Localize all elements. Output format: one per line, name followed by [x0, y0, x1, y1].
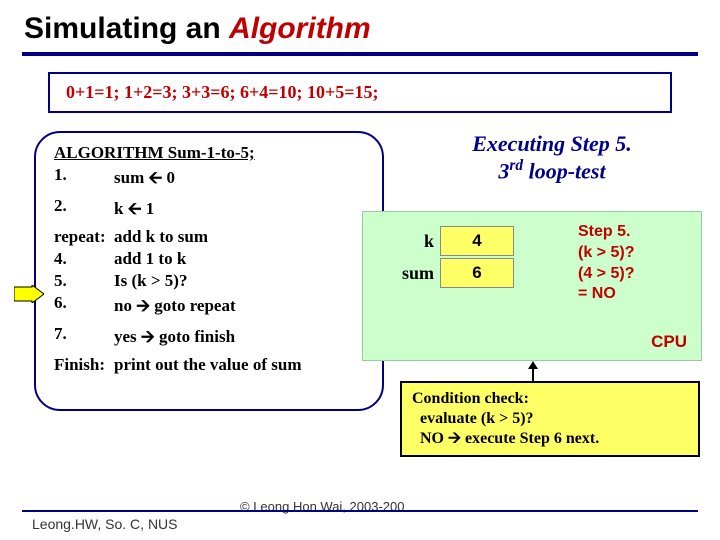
execution-heading: Executing Step 5. 3rd loop-test	[412, 131, 692, 185]
step-num: 7.	[54, 324, 114, 353]
step-body: sum 🡨 0	[114, 165, 175, 194]
step-num: 1.	[54, 165, 114, 194]
step-body: add 1 to k	[114, 249, 186, 269]
cond-line3: NO 🡪 execute Step 6 next.	[412, 429, 688, 449]
variable-table: k 4 sum 6	[388, 226, 514, 288]
content-area: ALGORITHM Sum-1-to-5; 1. sum 🡨 0 2. k 🡨 …	[22, 131, 698, 461]
sequence-text: 0+1=1; 1+2=3; 3+3=6; 6+4=10; 10+5=15;	[66, 82, 379, 102]
step-body: print out the value of sum	[114, 355, 301, 375]
current-step-pointer-icon	[14, 285, 44, 303]
algorithm-heading: ALGORITHM Sum-1-to-5;	[54, 143, 364, 163]
cpu-label: CPU	[651, 332, 687, 352]
step-num: 5.	[54, 271, 114, 291]
sequence-box: 0+1=1; 1+2=3; 3+3=6; 6+4=10; 10+5=15;	[48, 72, 672, 113]
up-arrow-icon	[532, 363, 534, 383]
step-num: repeat:	[54, 227, 114, 247]
right-arrow-icon: 🡪	[448, 430, 461, 447]
algo-step-finish: Finish: print out the value of sum	[54, 355, 364, 375]
step-body: add k to sum	[114, 227, 208, 247]
footer-divider	[22, 510, 698, 512]
step-num: Finish:	[54, 355, 114, 375]
var-k-value: 4	[440, 226, 514, 256]
algorithm-box: ALGORITHM Sum-1-to-5; 1. sum 🡨 0 2. k 🡨 …	[34, 131, 384, 411]
step-body: k 🡨 1	[114, 196, 154, 225]
title-prefix: Simulating an	[24, 12, 229, 45]
exec-line1: Executing Step 5.	[412, 131, 692, 157]
algo-step-6: 6. no 🡪 goto repeat	[54, 293, 364, 322]
var-sum-value: 6	[440, 258, 514, 288]
right-arrow-icon: 🡪	[141, 327, 155, 346]
exec-line2: 3rd loop-test	[412, 157, 692, 185]
algo-step-2: 2. k 🡨 1	[54, 196, 364, 225]
algo-step-5: 5. Is (k > 5)?	[54, 271, 364, 291]
algo-step-repeat: repeat: add k to sum	[54, 227, 364, 247]
table-row: k 4	[388, 226, 514, 256]
algo-step-4: 4. add 1 to k	[54, 249, 364, 269]
step5-evaluation: Step 5. (k > 5)? (4 > 5)? = NO	[578, 222, 634, 305]
var-sum-label: sum	[388, 263, 434, 284]
step-body: Is (k > 5)?	[114, 271, 187, 291]
table-row: sum 6	[388, 258, 514, 288]
right-arrow-icon: 🡪	[136, 296, 150, 315]
algo-step-1: 1. sum 🡨 0	[54, 165, 364, 194]
title-highlight: Algorithm	[229, 12, 371, 45]
var-k-label: k	[388, 231, 434, 252]
step-num: 6.	[54, 293, 114, 322]
cond-line1: Condition check:	[412, 389, 688, 409]
step-body: yes 🡪 goto finish	[114, 324, 235, 353]
cpu-box: k 4 sum 6 Step 5. (k > 5)? (4 > 5)? = NO…	[362, 211, 702, 361]
left-arrow-icon: 🡨	[128, 199, 142, 218]
slide-title: Simulating an Algorithm	[0, 0, 720, 52]
step-num: 4.	[54, 249, 114, 269]
footer-text: Leong.HW, So. C, NUS	[32, 516, 178, 532]
algo-step-7: 7. yes 🡪 goto finish	[54, 324, 364, 353]
title-divider	[22, 52, 698, 56]
cond-line2: evaluate (k > 5)?	[412, 409, 688, 429]
step-body: no 🡪 goto repeat	[114, 293, 236, 322]
left-arrow-icon: 🡨	[148, 168, 162, 187]
step-num: 2.	[54, 196, 114, 225]
condition-box: Condition check: evaluate (k > 5)? NO 🡪 …	[400, 381, 700, 457]
